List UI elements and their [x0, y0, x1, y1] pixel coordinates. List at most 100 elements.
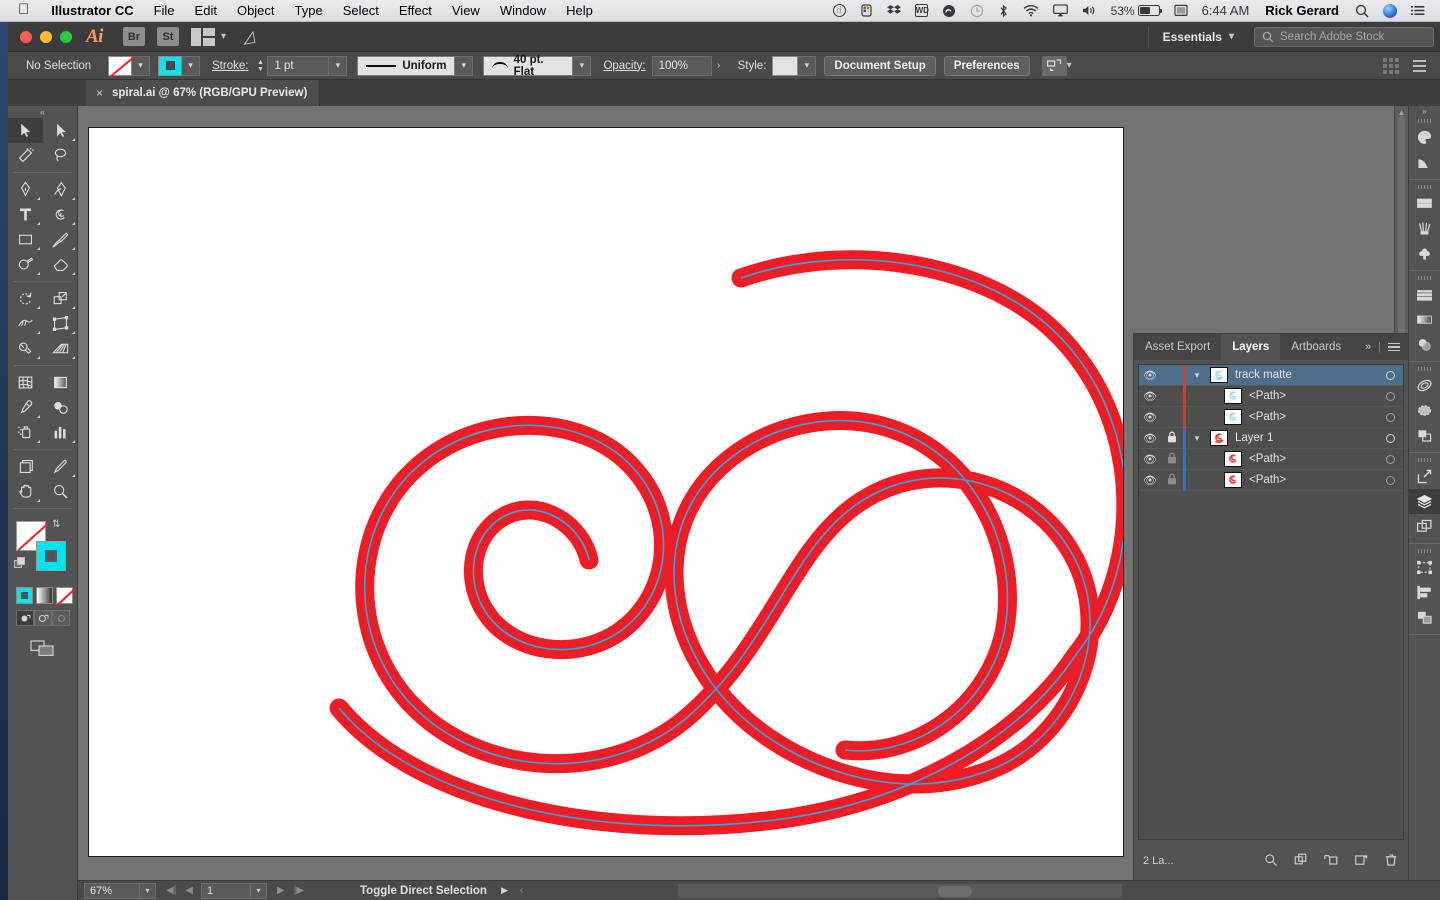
free-transform-tool[interactable]: [43, 311, 78, 336]
stock-button[interactable]: St: [156, 27, 179, 46]
type-tool[interactable]: [8, 202, 43, 227]
target-indicator[interactable]: [1377, 412, 1403, 422]
mesh-tool[interactable]: [8, 370, 43, 395]
brushes-panel-icon[interactable]: [1409, 216, 1440, 241]
brush-definition[interactable]: 40 pt. Flat: [483, 54, 574, 78]
dock-group-grip[interactable]: [1409, 116, 1440, 125]
stroke-weight-stepper[interactable]: ▲ ▼: [254, 59, 266, 73]
arrange-documents-button[interactable]: ▾: [190, 27, 226, 46]
notification-center-icon[interactable]: [1404, 4, 1432, 17]
align-panel-icon[interactable]: [1409, 580, 1440, 605]
default-fill-stroke-icon[interactable]: [14, 557, 26, 569]
fill-dropdown-button[interactable]: ▾: [132, 55, 150, 76]
symbol-sprayer-tool[interactable]: [8, 420, 43, 445]
image-trace-panel-icon[interactable]: [1409, 398, 1440, 423]
visibility-toggle-icon[interactable]: 👁: [1139, 390, 1161, 403]
transform-panel-icon[interactable]: [1409, 555, 1440, 580]
dock-group-grip[interactable]: [1409, 273, 1440, 282]
behance-publish-icon[interactable]: ◿: [240, 26, 256, 48]
layer-name[interactable]: <Path>: [1242, 453, 1377, 465]
chevron-down-icon[interactable]: ▾: [1067, 60, 1072, 71]
color-mode-button[interactable]: [16, 587, 33, 604]
layers-list[interactable]: 👁 ▾ track matte 👁 <Path> 👁 <Path> 👁 ▾ La…: [1138, 364, 1404, 840]
stroke-weight-input[interactable]: 1 pt: [267, 55, 330, 76]
stroke-swatch[interactable]: [158, 55, 182, 76]
dock-group-grip[interactable]: [1409, 364, 1440, 373]
menu-type[interactable]: Type: [285, 3, 333, 18]
menu-view[interactable]: View: [442, 3, 490, 18]
perspective-grid-tool[interactable]: [43, 336, 78, 361]
minimize-window-button[interactable]: [40, 30, 52, 43]
spotlight-search-icon[interactable]: [1348, 4, 1376, 18]
layer-name[interactable]: track matte: [1228, 369, 1377, 381]
document-setup-button[interactable]: Document Setup: [824, 55, 936, 76]
paintbrush-tool[interactable]: [43, 227, 78, 252]
dock-group-grip[interactable]: [1409, 546, 1440, 555]
graphic-style-dropdown-button[interactable]: ▾: [798, 55, 817, 76]
control-panel-menu-icon[interactable]: [1413, 59, 1426, 72]
expand-panels-icon[interactable]: »: [1365, 341, 1371, 353]
stroke-dropdown-button[interactable]: ▾: [182, 55, 200, 76]
artboard[interactable]: [88, 127, 1136, 857]
artboard-dropdown-button[interactable]: ▾: [251, 882, 267, 899]
tab-artboards[interactable]: Artboards: [1280, 334, 1352, 360]
table-row[interactable]: 👁 ▾ track matte: [1139, 365, 1403, 386]
tab-layers[interactable]: Layers: [1221, 334, 1281, 360]
table-row[interactable]: 👁 <Path>: [1139, 406, 1403, 428]
adobe-stock-search[interactable]: Search Adobe Stock: [1254, 26, 1434, 47]
stroke-panel-icon[interactable]: [1409, 282, 1440, 307]
symbols-panel-icon[interactable]: [1409, 241, 1440, 266]
menu-object[interactable]: Object: [227, 3, 285, 18]
layer-name[interactable]: <Path>: [1242, 474, 1377, 486]
layer-name[interactable]: Layer 1: [1228, 432, 1377, 444]
color-panel-icon[interactable]: [1409, 125, 1440, 150]
asset-export-panel-icon[interactable]: [1409, 464, 1440, 489]
opacity-input[interactable]: 100%: [651, 55, 712, 76]
gradient-panel-icon[interactable]: [1409, 307, 1440, 332]
align-options-button[interactable]: [1041, 55, 1067, 76]
pathfinder-panel-icon[interactable]: [1409, 423, 1440, 448]
visibility-toggle-icon[interactable]: 👁: [1139, 411, 1161, 424]
siri-icon[interactable]: [1376, 3, 1404, 18]
stroke-weight-dropdown-button[interactable]: ▾: [329, 55, 348, 76]
fill-swatch-control[interactable]: ▾: [108, 55, 150, 76]
delete-selection-button[interactable]: [1384, 853, 1398, 870]
menu-file[interactable]: File: [144, 3, 185, 18]
create-new-sublayer-button[interactable]: [1324, 853, 1338, 870]
gradient-mode-button[interactable]: [36, 587, 53, 604]
lock-toggle-icon[interactable]: [1161, 473, 1183, 488]
menu-window[interactable]: Window: [490, 3, 556, 18]
collect-for-export-button[interactable]: [1294, 853, 1308, 870]
visibility-toggle-icon[interactable]: 👁: [1139, 453, 1161, 466]
zoom-level-input[interactable]: 67%: [84, 882, 140, 899]
rotate-tool[interactable]: [8, 286, 43, 311]
curvature-tool[interactable]: [43, 177, 78, 202]
change-screen-mode-button[interactable]: [8, 638, 77, 658]
swap-fill-stroke-icon[interactable]: ⇅: [52, 519, 60, 530]
preferences-button[interactable]: Preferences: [943, 55, 1030, 76]
fill-swatch[interactable]: [108, 55, 132, 76]
table-row[interactable]: 👁 <Path>: [1139, 469, 1403, 491]
maximize-window-button[interactable]: [60, 30, 72, 43]
locate-object-button[interactable]: [1264, 853, 1278, 870]
menu-bar-username[interactable]: Rick Gerard: [1256, 4, 1348, 17]
draw-normal-button[interactable]: [16, 610, 34, 626]
column-graph-tool[interactable]: [43, 420, 78, 445]
workspace-switcher[interactable]: Essentials ▾: [1147, 25, 1248, 48]
swatches-panel-icon[interactable]: [1409, 191, 1440, 216]
artboards-panel-icon[interactable]: [1409, 514, 1440, 539]
table-row[interactable]: 👁 <Path>: [1139, 385, 1403, 407]
target-indicator[interactable]: [1377, 391, 1403, 401]
table-row[interactable]: 👁 ▾ Layer 1: [1139, 427, 1403, 449]
draw-inside-button[interactable]: [52, 610, 70, 626]
document-tab-spiral[interactable]: × spiral.ai @ 67% (RGB/GPU Preview): [86, 80, 321, 106]
target-indicator[interactable]: [1377, 475, 1403, 485]
libraries-panel-icon[interactable]: [1409, 373, 1440, 398]
lock-toggle-icon[interactable]: [1161, 431, 1183, 446]
artboard-tool[interactable]: [8, 454, 43, 479]
lock-toggle-icon[interactable]: [1161, 452, 1183, 467]
menu-bar-clock[interactable]: 6:44 AM: [1195, 4, 1257, 17]
spiral-tool[interactable]: [43, 202, 78, 227]
width-tool[interactable]: [8, 311, 43, 336]
colorsync-icon[interactable]: [853, 4, 880, 17]
